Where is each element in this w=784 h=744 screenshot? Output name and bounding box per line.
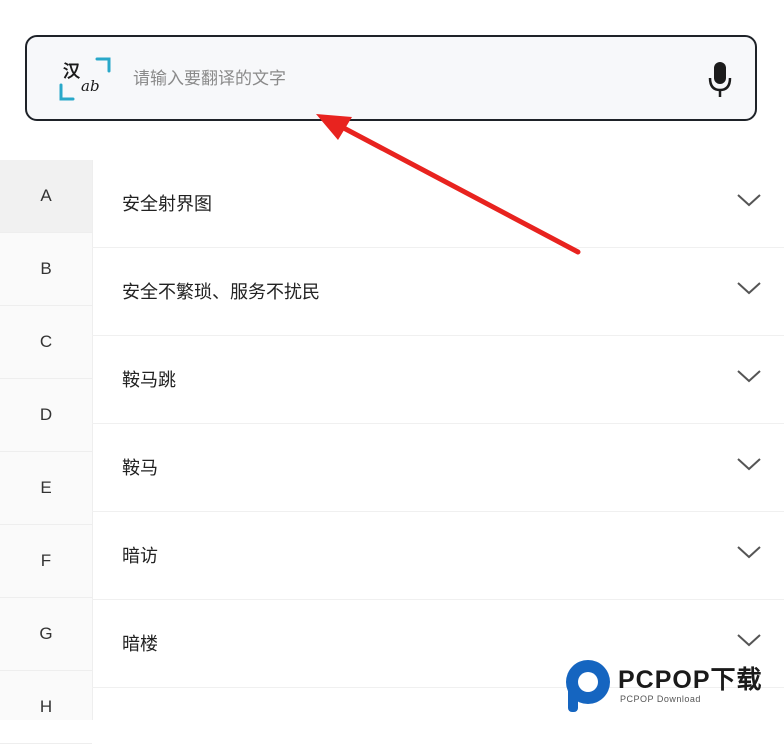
term-label: 鞍马 bbox=[122, 458, 158, 479]
term-label: 安全不繁琐、服务不扰民 bbox=[122, 282, 320, 303]
index-letter-h[interactable]: H bbox=[0, 671, 92, 744]
term-label: 安全射界图 bbox=[122, 194, 212, 215]
ocr-icon-glyph-bottom: ab bbox=[81, 77, 100, 95]
chevron-down-icon[interactable] bbox=[736, 456, 762, 472]
term-label: 暗访 bbox=[122, 546, 158, 567]
index-letter-c[interactable]: C bbox=[0, 306, 92, 379]
index-letter-g[interactable]: G bbox=[0, 598, 92, 671]
term-row[interactable]: 鞍马 bbox=[92, 424, 784, 512]
search-bar: 汉 ab bbox=[25, 35, 757, 121]
alphabet-index: A B C D E F G H bbox=[0, 160, 93, 744]
term-row[interactable]: 安全不繁琐、服务不扰民 bbox=[92, 248, 784, 336]
chevron-down-icon[interactable] bbox=[736, 632, 762, 648]
chevron-down-icon[interactable] bbox=[736, 192, 762, 208]
pcpop-logo-icon bbox=[566, 660, 610, 712]
index-letter-d[interactable]: D bbox=[0, 379, 92, 452]
ocr-icon-glyph-top: 汉 bbox=[63, 62, 80, 82]
search-input[interactable] bbox=[131, 62, 675, 96]
watermark-subtitle: PCPOP Download bbox=[620, 694, 701, 704]
chevron-down-icon[interactable] bbox=[736, 280, 762, 296]
chevron-down-icon[interactable] bbox=[736, 544, 762, 560]
microphone-icon[interactable] bbox=[707, 61, 733, 99]
chevron-down-icon[interactable] bbox=[736, 368, 762, 384]
term-row[interactable]: 安全射界图 bbox=[92, 160, 784, 248]
term-label: 鞍马跳 bbox=[122, 370, 176, 391]
index-letter-a[interactable]: A bbox=[0, 160, 92, 233]
term-label: 暗楼 bbox=[122, 634, 158, 655]
watermark-brand: PCPOP下载 bbox=[618, 666, 763, 694]
index-letter-b[interactable]: B bbox=[0, 233, 92, 306]
term-row[interactable]: 鞍马跳 bbox=[92, 336, 784, 424]
term-row[interactable]: 暗访 bbox=[92, 512, 784, 600]
pcpop-watermark: PCPOP下载 PCPOP Download bbox=[562, 654, 782, 716]
ocr-translate-icon[interactable]: 汉 ab bbox=[59, 55, 111, 103]
index-letter-e[interactable]: E bbox=[0, 452, 92, 525]
index-letter-f[interactable]: F bbox=[0, 525, 92, 598]
